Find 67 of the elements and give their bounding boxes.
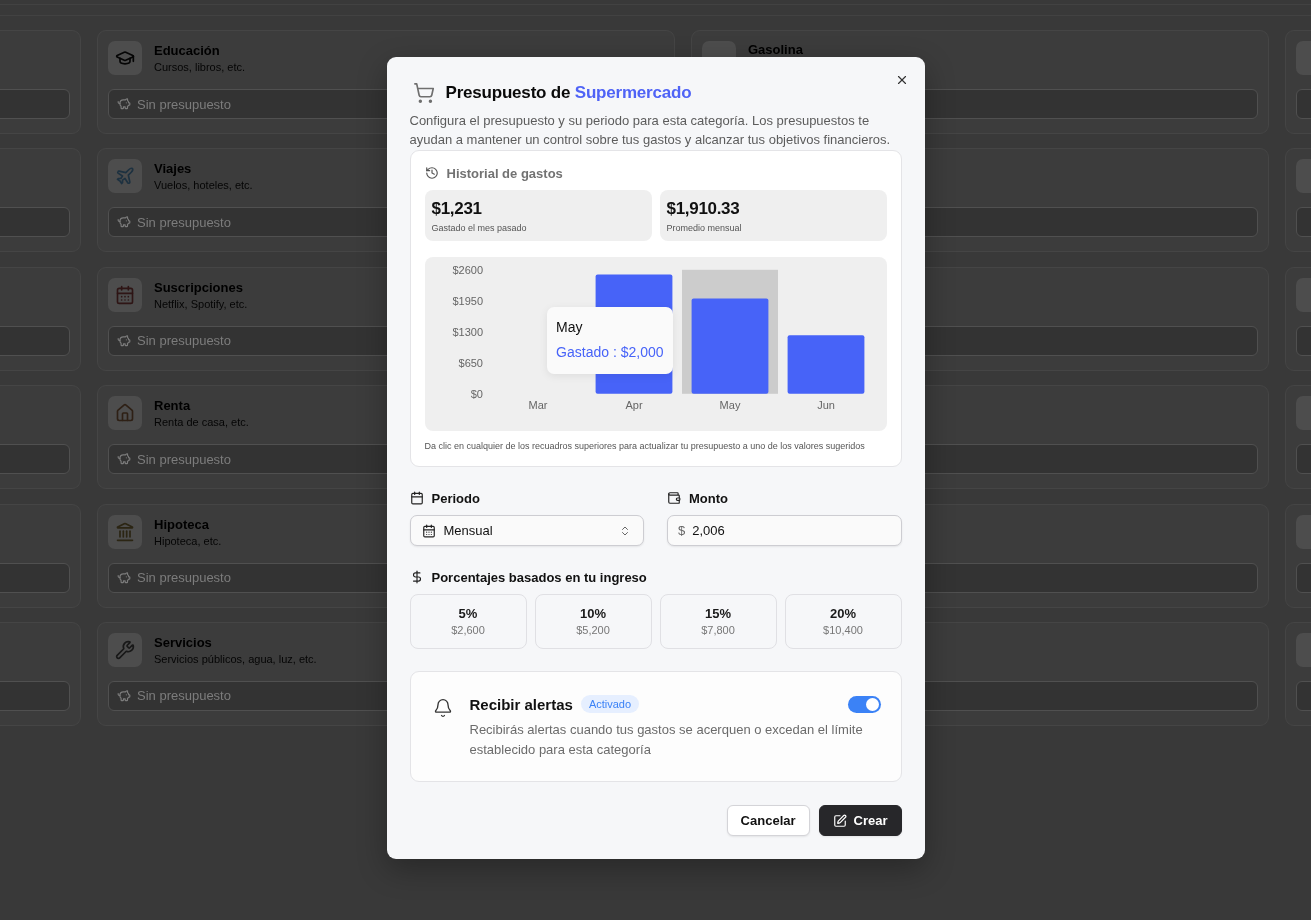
history-icon <box>424 166 439 180</box>
category-title: Servicios <box>154 634 213 650</box>
tooltip-title: May <box>556 319 584 335</box>
status-text: Sin presupuesto <box>137 96 231 112</box>
status-text: Sin presupuesto <box>137 333 231 349</box>
tooltip-value: Gastado : $2,000 <box>556 344 664 360</box>
percentage-option[interactable]: 20% $10,400 <box>784 594 902 649</box>
y-axis-label: $1950 <box>451 294 483 307</box>
category-title: Gasolina <box>748 42 803 57</box>
category-title: Renta <box>154 398 192 414</box>
calendar-icon <box>409 491 424 505</box>
piggy-bank-icon <box>117 688 131 703</box>
status-badge: Activado <box>580 695 640 713</box>
currency-prefix: $ <box>678 523 686 538</box>
stat-card[interactable]: $1,231 Gastado el mes pasado <box>424 190 652 241</box>
x-axis-label: Jun <box>816 399 835 411</box>
piggy-bank-icon <box>117 570 131 585</box>
chevron-up-down-icon <box>619 524 631 537</box>
graduation-cap-icon <box>115 48 135 68</box>
house-icon <box>115 403 135 424</box>
stat-card[interactable]: $1,910.33 Promedio mensual <box>659 190 887 241</box>
bell-icon <box>432 698 453 718</box>
alerts-title: Recibir alertas <box>469 695 573 713</box>
dialog-description: Configura el presupuesto y su periodo para esta categoría. Los presupuestos te ayudan a mantener un control sobre tus gastos y alcanzar tus objetivos financieros. <box>409 112 892 149</box>
status-text: Sin presupuesto <box>137 214 231 230</box>
y-axis-label: $1300 <box>451 325 483 338</box>
history-title: Historial de gastos <box>446 165 563 181</box>
percentage-option[interactable]: 15% $7,800 <box>659 594 777 649</box>
piggy-bank-icon <box>117 97 131 111</box>
percentage-option[interactable]: 10% $5,200 <box>534 594 652 649</box>
field-label: Periodo <box>431 490 480 506</box>
section-label: Porcentajes basados en tu ingreso <box>431 569 647 585</box>
piggy-bank-icon <box>117 452 131 467</box>
calendar-icon <box>421 523 436 538</box>
field-label: Monto <box>689 490 728 506</box>
chart-note: Da clic en cualquier de los recuadros superiores para actualizar tu presupuesto a uno de los valores sugeridos <box>424 440 866 452</box>
dialog-title: Presupuesto de Supermercado <box>445 82 692 104</box>
percentage-option[interactable]: 5% $2,600 <box>409 594 527 649</box>
alerts-description: Recibirás alertas cuando tus gastos se acerquen o excedan el límite establecido para esta categoría <box>469 721 864 759</box>
edit-icon <box>832 813 847 828</box>
x-axis-label: Apr <box>624 399 643 411</box>
wallet-icon <box>667 491 681 505</box>
alerts-toggle[interactable] <box>847 695 881 713</box>
calendar-icon <box>115 284 135 305</box>
status-text: Sin presupuesto <box>137 570 231 586</box>
create-button[interactable]: Crear <box>818 805 902 836</box>
bank-icon <box>115 521 135 542</box>
x-axis-label: May <box>719 399 740 411</box>
y-axis-label: $0 <box>470 387 483 400</box>
airplane-icon <box>115 166 135 187</box>
cart-icon <box>412 82 435 104</box>
category-title: Hipoteca <box>154 516 210 532</box>
y-axis-label: $2600 <box>451 263 483 276</box>
status-text: Sin presupuesto <box>137 451 231 467</box>
category-title: Viajes <box>154 161 193 177</box>
x-axis-label: Mar <box>528 399 547 411</box>
y-axis-label: $650 <box>458 356 483 369</box>
piggy-bank-icon <box>117 333 131 348</box>
category-title: Suscripciones <box>154 279 244 295</box>
status-text: Sin presupuesto <box>137 688 231 704</box>
category-title: Educación <box>154 43 221 58</box>
amount-field[interactable]: $ 2,006 <box>667 515 902 546</box>
amount-input[interactable]: 2,006 <box>692 523 891 538</box>
period-select[interactable]: Mensual <box>409 515 644 546</box>
cancel-button[interactable]: Cancelar <box>726 805 810 836</box>
piggy-bank-icon <box>117 215 131 230</box>
wrench-icon <box>115 639 135 660</box>
